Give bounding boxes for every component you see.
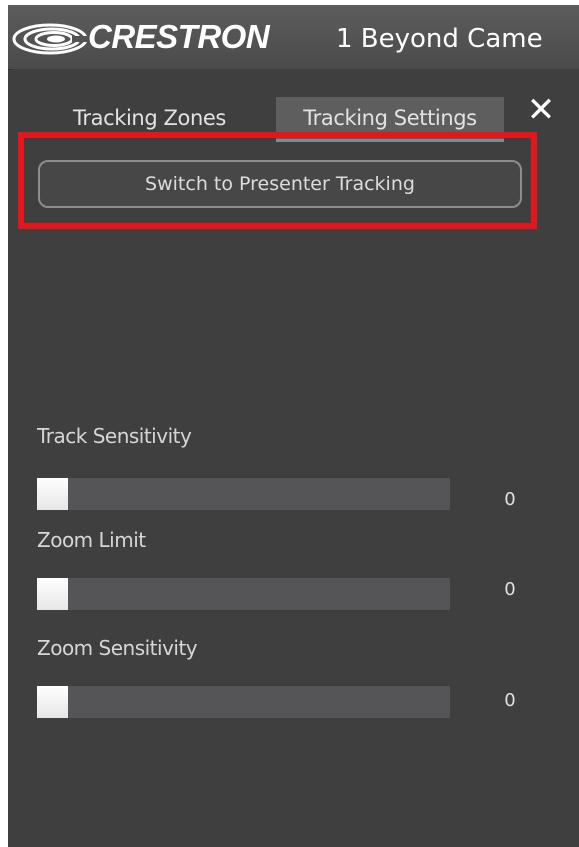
track-sensitivity-slider[interactable] (37, 478, 450, 510)
close-icon[interactable]: ✕ (524, 93, 558, 127)
tracking-panel: Tracking Zones Tracking Settings ✕ Switc… (12, 69, 579, 847)
app-window: CRESTRON 1 Beyond Came Tracking Zones Tr… (8, 5, 579, 847)
track-sensitivity-label: Track Sensitivity (37, 424, 192, 448)
crestron-swirl-icon (12, 23, 88, 55)
app-title: 1 Beyond Came (336, 24, 543, 54)
zoom-sensitivity-value: 0 (504, 690, 516, 711)
zoom-limit-label: Zoom Limit (37, 528, 146, 552)
slider-thumb[interactable] (37, 686, 68, 718)
brand-name: CRESTRON (88, 18, 270, 55)
zoom-limit-value: 0 (504, 579, 516, 600)
title-bar: CRESTRON 1 Beyond Came (8, 5, 579, 70)
zoom-limit-slider[interactable] (37, 578, 450, 610)
zoom-sensitivity-label: Zoom Sensitivity (37, 636, 198, 660)
switch-to-presenter-tracking-button[interactable]: Switch to Presenter Tracking (38, 160, 522, 208)
slider-thumb[interactable] (37, 478, 68, 510)
track-sensitivity-value: 0 (504, 489, 516, 510)
zoom-sensitivity-slider[interactable] (37, 686, 450, 718)
slider-thumb[interactable] (37, 578, 68, 610)
